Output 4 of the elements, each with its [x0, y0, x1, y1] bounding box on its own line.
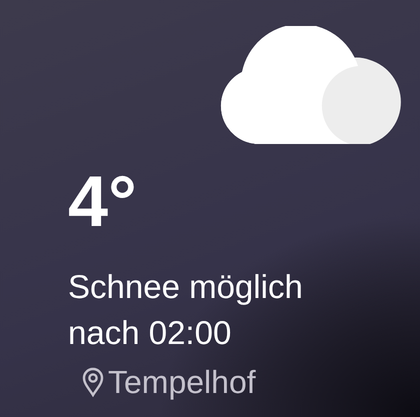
location-pin-icon: [82, 367, 104, 397]
location-label: Tempelhof: [108, 363, 256, 402]
temperature: 4°: [68, 166, 137, 238]
weather-description: Schnee möglich nach 02:00: [68, 267, 304, 353]
